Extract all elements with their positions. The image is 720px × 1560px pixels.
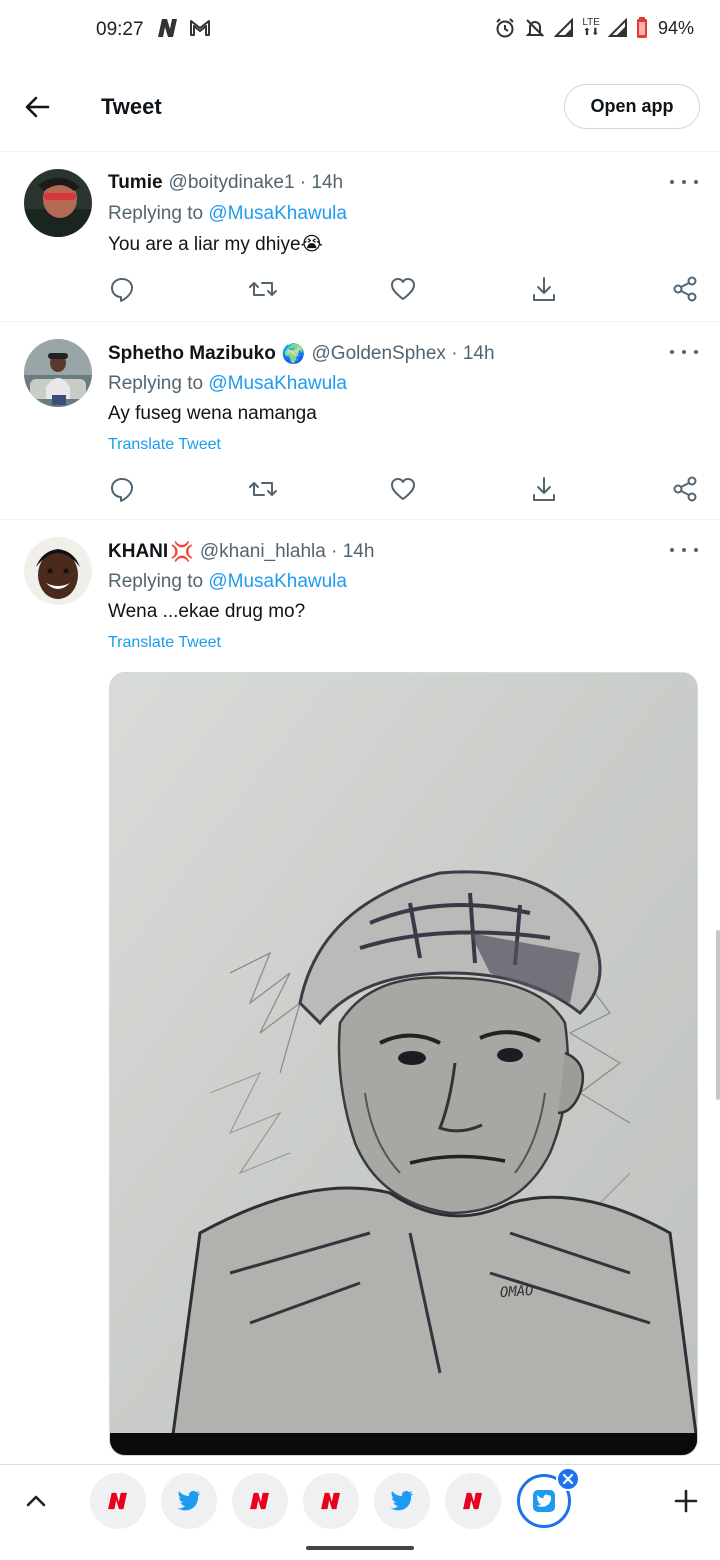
avatar-image — [24, 537, 92, 605]
plus-icon — [674, 1489, 698, 1513]
avatar[interactable] — [24, 169, 92, 237]
back-button[interactable] — [20, 92, 54, 122]
reply-button[interactable] — [108, 275, 138, 305]
share-download-button[interactable] — [530, 475, 560, 505]
avatar-image — [24, 169, 92, 237]
retweet-button[interactable] — [248, 475, 278, 505]
like-icon — [391, 278, 415, 300]
browser-tab-active[interactable] — [517, 1467, 580, 1528]
share-icon — [673, 476, 697, 502]
news-icon — [158, 19, 177, 37]
share-button[interactable] — [671, 275, 701, 305]
browser-tab[interactable] — [303, 1473, 359, 1529]
globe-emoji: 🌍 — [281, 344, 306, 365]
reply-tweet[interactable]: Tumie @boitydinake1 · 14h Replying to @M… — [0, 152, 720, 322]
share-icon — [673, 276, 697, 302]
arrow-left-icon — [25, 96, 50, 118]
close-tab-button[interactable] — [556, 1467, 580, 1491]
tweet-text: You are a liar my dhiye😭 — [108, 234, 323, 255]
scrollbar[interactable] — [716, 930, 720, 1100]
share-button[interactable] — [671, 475, 701, 505]
tweet-actions — [108, 275, 698, 305]
mention-link[interactable]: @MusaKhawula — [208, 571, 347, 592]
tweet-media-image[interactable]: OMAO — [109, 672, 698, 1456]
close-icon — [562, 1473, 574, 1485]
retweet-icon — [249, 282, 277, 296]
browser-tab[interactable] — [90, 1473, 146, 1529]
replying-to: Replying to @MusaKhawula — [108, 203, 347, 224]
like-icon — [391, 478, 415, 500]
browser-tab[interactable] — [445, 1473, 501, 1529]
reply-button[interactable] — [108, 475, 138, 505]
replying-to: Replying to @MusaKhawula — [108, 571, 347, 592]
share-download-icon — [533, 477, 555, 501]
author-handle[interactable]: @boitydinake1 · 14h — [169, 172, 344, 194]
like-button[interactable] — [389, 475, 419, 505]
signal-icon — [554, 18, 574, 37]
tweet-text: Wena ...ekae drug mo? — [108, 601, 306, 622]
alarm-icon — [496, 18, 515, 38]
browser-tab-bar — [0, 1464, 720, 1536]
new-tab-button[interactable] — [672, 1487, 700, 1515]
mention-link[interactable]: @MusaKhawula — [208, 203, 347, 224]
like-button[interactable] — [389, 275, 419, 305]
battery-percentage: 94% — [657, 17, 694, 38]
avatar[interactable] — [24, 537, 92, 605]
open-app-button[interactable]: Open app — [564, 84, 700, 129]
browser-tab[interactable] — [161, 1473, 217, 1529]
translate-tweet-link[interactable]: Translate Tweet — [108, 634, 221, 652]
retweet-button[interactable] — [248, 275, 278, 305]
more-options-button[interactable] — [670, 172, 698, 192]
anger-emoji: 💢 — [170, 542, 194, 563]
chevron-up-icon — [26, 1495, 46, 1507]
author-name[interactable]: Sphetho Mazibuko — [108, 343, 276, 365]
tweet-text: Ay fuseg wena namanga — [108, 403, 317, 424]
author-name[interactable]: KHANI — [108, 541, 168, 563]
reply-icon — [111, 278, 133, 302]
pencil-sketch-image: OMAO — [110, 673, 697, 1455]
author-name[interactable]: Tumie — [108, 172, 163, 194]
twitter-icon — [390, 1491, 413, 1511]
twitter-icon — [177, 1491, 200, 1511]
page-title: Tweet — [101, 94, 162, 119]
reply-tweet[interactable]: Sphetho Mazibuko 🌍 @GoldenSphex · 14h Re… — [0, 322, 720, 520]
sketch-signature: OMAO — [499, 1283, 534, 1301]
author-handle[interactable]: @khani_hlahla · 14h — [200, 541, 375, 563]
mute-icon — [525, 19, 545, 37]
news-icon — [108, 1492, 127, 1510]
more-options-button[interactable] — [670, 342, 698, 362]
expand-tabs-button[interactable] — [22, 1487, 50, 1515]
status-time: 09:27 — [96, 19, 144, 40]
avatar-image — [24, 339, 92, 407]
status-bar: 09:27 LTE ⬆⬇ 94% — [0, 0, 720, 58]
lte-icon: LTE ⬆⬇ — [582, 17, 600, 38]
replying-to: Replying to @MusaKhawula — [108, 373, 347, 394]
news-icon — [321, 1492, 340, 1510]
avatar[interactable] — [24, 339, 92, 407]
author-handle[interactable]: @GoldenSphex · 14h — [312, 343, 495, 365]
news-icon — [250, 1492, 269, 1510]
twitter-square-icon — [533, 1490, 555, 1512]
browser-tab[interactable] — [374, 1473, 430, 1529]
signal-icon — [607, 18, 627, 37]
battery-icon — [636, 17, 647, 38]
tweet-actions — [108, 475, 698, 505]
more-options-button[interactable] — [670, 540, 698, 560]
share-download-button[interactable] — [530, 275, 560, 305]
home-indicator[interactable] — [306, 1546, 414, 1550]
gmail-icon — [190, 20, 210, 36]
translate-tweet-link[interactable]: Translate Tweet — [108, 436, 221, 454]
mention-link[interactable]: @MusaKhawula — [208, 373, 347, 394]
reply-icon — [111, 478, 133, 502]
tweet-header: Tweet Open app — [0, 58, 720, 152]
share-download-icon — [533, 277, 555, 301]
browser-tab[interactable] — [232, 1473, 288, 1529]
news-icon — [463, 1492, 482, 1510]
retweet-icon — [249, 482, 277, 496]
